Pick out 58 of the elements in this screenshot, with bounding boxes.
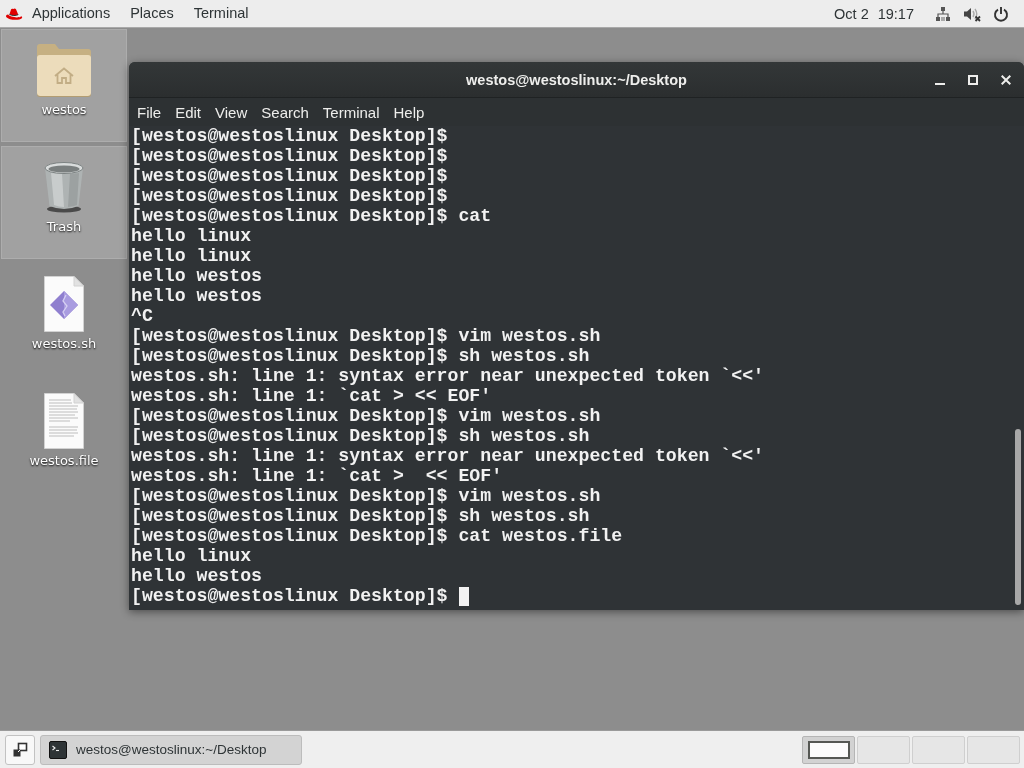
workspace-tile[interactable] [857,735,910,764]
scrollbar-thumb[interactable] [1015,429,1021,605]
menu-item[interactable]: Terminal [315,103,387,121]
window-title: westos@westoslinux:~/Desktop [466,71,687,88]
workspace-tile[interactable] [912,735,965,764]
terminal-line: hello linux [131,226,252,246]
top-menu[interactable]: Places [121,0,185,27]
window-thumbnail-icon [808,740,850,759]
power-icon[interactable] [993,5,1009,22]
title-bar[interactable]: westos@westoslinux:~/Desktop [129,62,1024,98]
time-label[interactable]: 19:17 [877,5,914,22]
fedora-hat-icon[interactable] [5,6,23,21]
top-menu[interactable]: Terminal [184,0,260,27]
network-icon[interactable] [935,5,951,22]
terminal-line: [westos@westoslinux Desktop]$ [131,186,448,206]
terminal-line: westos.sh: line 1: syntax error near unexpected token `<<' [131,366,765,386]
show-desktop-button[interactable] [5,734,35,765]
terminal-line: [westos@westoslinux Desktop]$ cat [131,206,492,226]
speaker-muted-icon[interactable] [963,5,981,22]
trash-can-icon [42,161,86,213]
home-folder-icon [36,43,92,97]
terminal-line: hello westos [131,266,262,286]
terminal-line: [westos@westoslinux Desktop]$ [131,586,448,606]
terminal-line: [westos@westoslinux Desktop]$ vim westos.sh [131,406,601,426]
terminal-line: [westos@westoslinux Desktop]$ [131,166,448,186]
terminal-line: hello westos [131,286,262,306]
menu-item[interactable]: Search [254,103,316,121]
menu-item[interactable]: View [208,103,255,121]
menu-item[interactable]: Edit [168,103,209,121]
close-icon [1001,74,1011,85]
text-document-icon [44,393,84,449]
workspace-tile[interactable] [967,735,1020,764]
terminal-line: westos.sh: line 1: syntax error near unexpected token `<<' [131,446,765,466]
terminal-line: [westos@westoslinux Desktop]$ vim westos.sh [131,486,601,506]
terminal-line: hello westos [131,566,262,586]
workspace-tile[interactable] [802,735,855,764]
date-label[interactable]: Oct 2 [834,5,869,22]
terminal-line: hello linux [131,546,252,566]
terminal-line: [westos@westoslinux Desktop]$ [131,126,448,146]
terminal-line: [westos@westoslinux Desktop]$ vim westos.sh [131,326,601,346]
terminal-line: hello linux [131,246,252,266]
taskbar-window-button[interactable]: westos@westoslinux:~/Desktop [40,734,302,765]
menu-item[interactable]: Help [386,103,432,121]
terminal-line: [westos@westoslinux Desktop]$ sh westos.sh [131,346,590,366]
terminal-line: [westos@westoslinux Desktop]$ [131,146,448,166]
terminal-line: [westos@westoslinux Desktop]$ sh westos.sh [131,426,590,446]
terminal-line: ^C [131,306,153,326]
terminal-line: [westos@westoslinux Desktop]$ sh westos.sh [131,506,590,526]
overlapping-windows-icon [12,741,28,758]
minimize-icon [935,82,945,85]
terminal-line: westos.sh: line 1: `cat > << EOF' [131,466,503,486]
top-menu[interactable]: Applications [23,0,122,27]
menu-item[interactable]: File [130,103,169,121]
file-icon [44,276,84,332]
terminal-line: [westos@westoslinux Desktop]$ cat westos.file [131,526,623,546]
terminal-line: westos.sh: line 1: `cat > << EOF' [131,386,492,406]
maximize-icon [968,74,978,85]
terminal-icon [49,740,67,759]
